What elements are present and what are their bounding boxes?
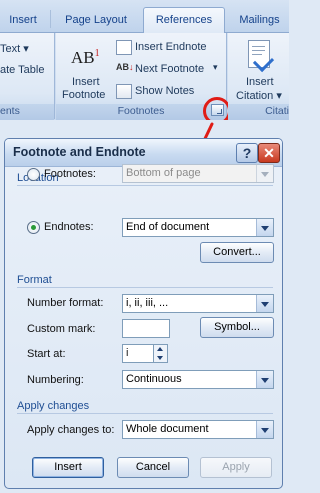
footnotes-position-value: Bottom of page [126,167,201,179]
format-divider [17,287,273,288]
endnotes-position-value: End of document [126,221,210,233]
numbering-label: Numbering: [27,374,84,386]
help-icon[interactable]: ? [236,143,258,163]
chevron-down-icon [256,295,273,312]
chevron-down-icon [256,165,273,182]
close-icon[interactable]: ✕ [258,143,280,163]
endnotes-radio[interactable] [27,221,40,234]
endnotes-position-select[interactable]: End of document [122,218,274,237]
numbering-value: Continuous [126,373,182,385]
footnotes-position-select[interactable]: Bottom of page [122,164,274,183]
start-at-spinner-icon[interactable] [154,344,168,363]
chevron-down-icon [256,371,273,388]
symbol-button[interactable]: Symbol... [200,317,274,338]
start-at-input[interactable]: i [122,344,154,363]
apply-to-select[interactable]: Whole document [122,420,274,439]
location-divider [17,185,273,186]
number-format-label: Number format: [27,297,104,309]
numbering-select[interactable]: Continuous [122,370,274,389]
footnotes-radio[interactable] [27,168,40,181]
start-at-label: Start at: [27,348,66,360]
endnotes-label: Endnotes: [44,221,94,233]
custom-mark-label: Custom mark: [27,323,96,335]
dialog-titlebar: Footnote and Endnote ? ✕ [5,139,282,167]
custom-mark-input[interactable] [122,319,170,338]
number-format-select[interactable]: i, ii, iii, ... [122,294,274,313]
insert-button[interactable]: Insert [32,457,104,478]
chevron-down-icon [256,421,273,438]
apply-section-label: Apply changes [17,400,90,412]
apply-to-label: Apply changes to: [27,424,115,436]
chevron-down-icon [256,219,273,236]
number-format-value: i, ii, iii, ... [126,297,169,309]
start-at-value: i [126,347,129,359]
format-section-label: Format [17,274,52,286]
cancel-button[interactable]: Cancel [117,457,189,478]
footnote-endnote-dialog: Footnote and Endnote ? ✕ Location Footno… [4,138,283,489]
footnotes-label: Footnotes: [44,168,96,180]
apply-to-value: Whole document [126,423,209,435]
dialog-title: Footnote and Endnote [13,145,146,159]
apply-button[interactable]: Apply [200,457,272,478]
convert-button[interactable]: Convert... [200,242,274,263]
apply-divider [17,413,273,414]
